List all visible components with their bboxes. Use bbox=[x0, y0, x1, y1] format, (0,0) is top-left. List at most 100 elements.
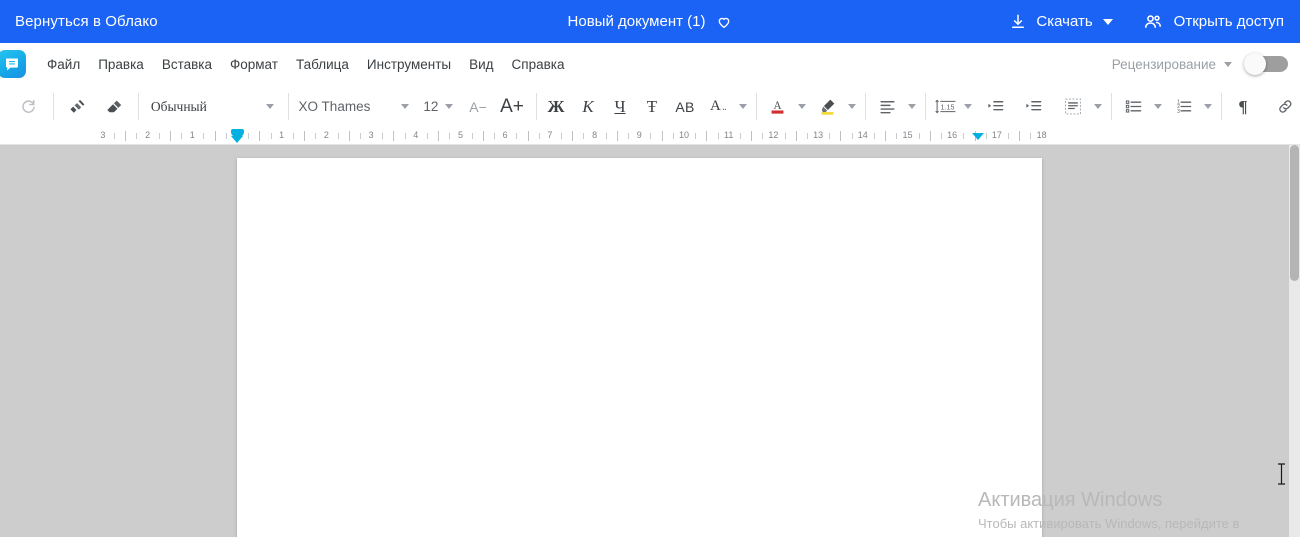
bulleted-list-chevron-down-icon[interactable] bbox=[1154, 104, 1162, 109]
review-caret-down-icon[interactable] bbox=[1224, 61, 1232, 67]
ruler-tick bbox=[315, 133, 317, 139]
left-indent-marker[interactable] bbox=[231, 136, 243, 143]
menu-item-insert[interactable]: Вставка bbox=[153, 51, 221, 78]
italic-button[interactable]: К bbox=[573, 92, 603, 122]
chevron-down-icon bbox=[265, 104, 274, 109]
ruler-tick bbox=[259, 131, 261, 141]
numbered-list-icon[interactable]: 1 2 3 bbox=[1168, 92, 1198, 122]
ruler-number: 1 bbox=[279, 130, 285, 140]
align-left-icon[interactable] bbox=[872, 92, 902, 122]
ruler-tick bbox=[762, 133, 764, 139]
paragraph-settings-icon[interactable] bbox=[1058, 92, 1088, 122]
ruler-tick bbox=[896, 133, 898, 139]
text-color-chevron-down-icon[interactable] bbox=[798, 104, 806, 109]
line-spacing-chevron-down-icon[interactable] bbox=[964, 104, 972, 109]
ruler-tick bbox=[214, 131, 216, 141]
underline-label: Ч bbox=[614, 97, 626, 116]
document-title[interactable]: Новый документ (1) bbox=[568, 13, 706, 30]
ruler-number: 14 bbox=[857, 130, 868, 140]
toolbar-divider bbox=[1221, 93, 1222, 120]
ruler-tick bbox=[527, 131, 529, 141]
ruler-number: 17 bbox=[991, 130, 1002, 140]
download-button[interactable]: Скачать bbox=[1003, 13, 1098, 31]
ruler-tick bbox=[605, 133, 607, 139]
ruler-tick bbox=[516, 133, 518, 139]
ruler-number: 7 bbox=[547, 130, 553, 140]
document-canvas[interactable] bbox=[0, 145, 1300, 537]
underline-button[interactable]: Ч bbox=[605, 92, 635, 122]
show-formatting-marks-button[interactable]: ¶ bbox=[1228, 92, 1258, 122]
bulleted-list-icon[interactable] bbox=[1118, 92, 1148, 122]
ruler-tick bbox=[292, 133, 294, 139]
paragraph-style-select[interactable]: Обычный bbox=[143, 93, 282, 121]
ruler-tick bbox=[348, 131, 350, 141]
decrease-font-size-button[interactable]: A− bbox=[463, 92, 493, 122]
ruler-tick bbox=[572, 131, 574, 141]
app-logo-icon[interactable] bbox=[0, 50, 26, 78]
highlight-chevron-down-icon[interactable] bbox=[848, 104, 856, 109]
right-indent-marker[interactable] bbox=[972, 133, 985, 140]
strikethrough-button[interactable]: Ŧ bbox=[637, 92, 667, 122]
font-family-select[interactable]: XO Thames bbox=[291, 93, 418, 121]
svg-text:1.15: 1.15 bbox=[940, 103, 954, 111]
link-icon[interactable] bbox=[1270, 92, 1300, 122]
ruler-number: 9 bbox=[636, 130, 642, 140]
font-family-value: XO Thames bbox=[298, 99, 371, 114]
ruler-tick bbox=[426, 133, 428, 139]
menu-item-tools[interactable]: Инструменты bbox=[358, 51, 460, 78]
vertical-scrollbar[interactable] bbox=[1289, 145, 1300, 537]
menu-item-format[interactable]: Формат bbox=[221, 51, 287, 78]
more-text-styles-label: A bbox=[710, 98, 721, 114]
ruler-tick bbox=[203, 133, 205, 139]
ruler-tick bbox=[751, 131, 753, 141]
share-button[interactable]: Открыть доступ bbox=[1143, 12, 1284, 32]
menu-item-view[interactable]: Вид bbox=[460, 51, 502, 78]
svg-text:3: 3 bbox=[1177, 109, 1180, 115]
more-text-styles-chevron-down-icon[interactable] bbox=[739, 104, 747, 109]
ruler-tick bbox=[918, 133, 920, 139]
menu-item-help[interactable]: Справка bbox=[503, 51, 574, 78]
horizontal-ruler[interactable]: 3 2 1 1 2 3 4 5 6 7 8 9 10 11 12 13 14 15 16 17 18 bbox=[0, 128, 1300, 145]
menu-items: Файл Правка Вставка Формат Таблица Инстр… bbox=[38, 51, 574, 78]
increase-indent-icon[interactable] bbox=[1018, 92, 1048, 122]
menu-item-file[interactable]: Файл bbox=[38, 51, 89, 78]
text-case-button[interactable]: AB bbox=[670, 92, 700, 122]
formatting-toolbar: Обычный XO Thames 12 A− A+ Ж К Ч Ŧ AB A … bbox=[0, 85, 1300, 128]
menu-item-edit[interactable]: Правка bbox=[89, 51, 153, 78]
ruler-number: 3 bbox=[368, 130, 374, 140]
ruler-tick bbox=[393, 131, 395, 141]
redo-icon[interactable] bbox=[14, 92, 44, 122]
line-spacing-icon[interactable]: 1.15 bbox=[932, 92, 958, 122]
ruler-tick bbox=[672, 133, 674, 139]
align-chevron-down-icon[interactable] bbox=[908, 104, 916, 109]
highlight-pen-icon[interactable] bbox=[812, 92, 842, 122]
document-page[interactable] bbox=[237, 158, 1042, 537]
paint-brush-icon[interactable] bbox=[63, 92, 93, 122]
bold-button[interactable]: Ж bbox=[541, 92, 571, 122]
review-mode-controls: Рецензирование bbox=[1112, 43, 1300, 85]
font-size-select[interactable]: 12 bbox=[417, 93, 459, 121]
ruler-tick bbox=[304, 131, 306, 141]
more-text-styles-button[interactable]: A .. bbox=[703, 92, 733, 122]
paragraph-settings-chevron-down-icon[interactable] bbox=[1094, 104, 1102, 109]
download-caret-down-icon[interactable] bbox=[1102, 18, 1113, 25]
ruler-tick bbox=[717, 133, 719, 139]
back-to-cloud-link[interactable]: Вернуться в Облако bbox=[15, 13, 158, 30]
ruler-tick bbox=[650, 133, 652, 139]
ruler-number: 16 bbox=[947, 130, 958, 140]
ruler-number: 11 bbox=[724, 130, 734, 140]
scrollbar-thumb[interactable] bbox=[1290, 145, 1299, 281]
heart-icon[interactable] bbox=[716, 14, 732, 30]
toolbar-divider bbox=[52, 93, 54, 120]
ruler-number: 2 bbox=[323, 130, 329, 140]
decrease-indent-icon[interactable] bbox=[980, 92, 1010, 122]
review-mode-label[interactable]: Рецензирование bbox=[1112, 57, 1216, 72]
eraser-icon[interactable] bbox=[99, 92, 129, 122]
text-color-icon[interactable]: A bbox=[762, 92, 792, 122]
toolbar-divider bbox=[1111, 93, 1112, 120]
ruler-tick bbox=[985, 133, 987, 139]
numbered-list-chevron-down-icon[interactable] bbox=[1204, 104, 1212, 109]
menu-item-table[interactable]: Таблица bbox=[287, 51, 358, 78]
increase-font-size-button[interactable]: A+ bbox=[497, 92, 527, 122]
review-mode-toggle[interactable] bbox=[1244, 53, 1288, 75]
